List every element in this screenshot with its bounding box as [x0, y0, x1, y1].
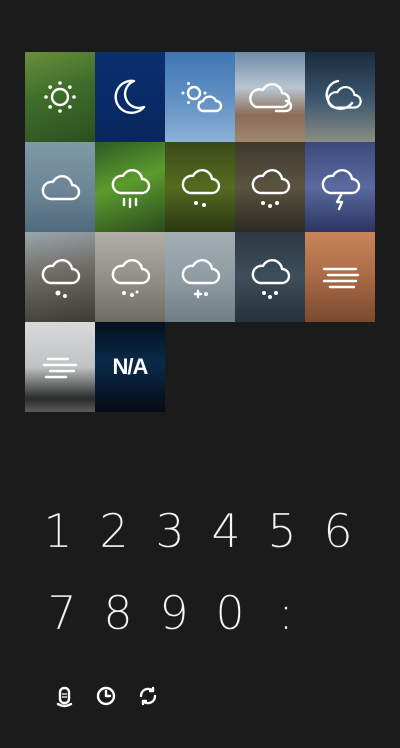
weather-tile[interactable]	[165, 232, 235, 322]
digit-glyph: 1	[43, 504, 73, 558]
moon-icon	[106, 73, 154, 121]
weather-tile[interactable]	[25, 232, 95, 322]
battery-icon[interactable]	[52, 684, 76, 708]
sun-cloud-icon	[176, 73, 224, 121]
cloud-hail-icon	[36, 253, 84, 301]
bottom-icon-row	[52, 684, 160, 708]
digit-glyph: 9	[159, 586, 189, 640]
weather-tile[interactable]	[235, 142, 305, 232]
digit-glyph: 3	[155, 504, 185, 558]
digit-glyph: 5	[267, 504, 297, 558]
cloud-snow-icon	[176, 253, 224, 301]
weather-tile[interactable]	[235, 52, 305, 142]
wind-icon	[316, 253, 364, 301]
weather-tile[interactable]	[95, 142, 165, 232]
weather-tile[interactable]	[235, 232, 305, 322]
weather-icon-grid: N/A	[25, 52, 375, 412]
weather-tile[interactable]	[25, 142, 95, 232]
refresh-icon[interactable]	[136, 684, 160, 708]
weather-tile[interactable]	[305, 52, 375, 142]
weather-tile[interactable]	[305, 142, 375, 232]
weather-tile[interactable]	[95, 52, 165, 142]
weather-tile[interactable]	[165, 52, 235, 142]
na-icon: N/A	[112, 354, 149, 379]
weather-tile[interactable]	[165, 142, 235, 232]
cloud-sleet-icon	[106, 253, 154, 301]
weather-tile[interactable]	[95, 232, 165, 322]
digit-glyph: 4	[211, 504, 241, 558]
digit-glyph: 0	[215, 586, 245, 640]
clock-icon[interactable]	[94, 684, 118, 708]
cloud-drizzle-icon	[176, 163, 224, 211]
digit-glyph: 7	[47, 586, 77, 640]
weather-tile[interactable]	[25, 322, 95, 412]
digits-row-1: 123456	[30, 506, 400, 556]
digit-glyph: 8	[103, 586, 133, 640]
weather-tile[interactable]: N/A	[95, 322, 165, 412]
moon-cloud-icon	[316, 73, 364, 121]
fog-icon	[36, 343, 84, 391]
weather-tile[interactable]	[305, 232, 375, 322]
digit-glyph: 2	[99, 504, 129, 558]
weather-tile[interactable]	[25, 52, 95, 142]
cloud-snow-heavy-icon	[246, 253, 294, 301]
cloud-rain-icon	[106, 163, 154, 211]
cloud-icon	[36, 163, 84, 211]
digit-glyph: 6	[323, 504, 353, 558]
cloud-showers-icon	[246, 163, 294, 211]
sun-icon	[36, 73, 84, 121]
digit-glyph: :	[278, 586, 294, 640]
cloud-sun-icon	[246, 73, 294, 121]
digits-row-2: 7890:	[34, 588, 400, 638]
cloud-lightning-icon	[316, 163, 364, 211]
